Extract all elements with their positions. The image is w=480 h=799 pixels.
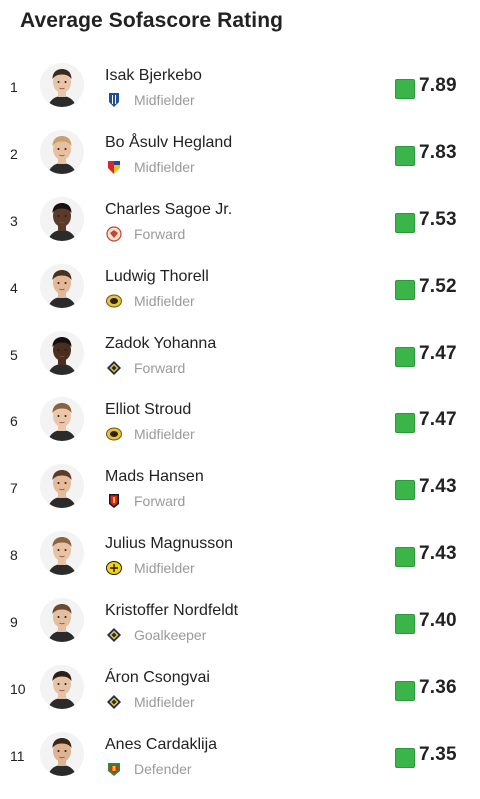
rank-number: 4 [10,279,18,296]
kalmar-crest-icon [106,226,122,242]
player-position: Midfielder [134,560,195,577]
rating-color-indicator [395,413,415,434]
player-row[interactable]: 5 Zadok Yohanna Forward 7.47 [0,323,480,390]
rating-color-indicator [395,79,415,99]
player-row[interactable]: 10 Áron Csongvai Midfielder 7.36 [0,657,480,724]
rank-number: 2 [10,145,18,162]
brommapojkarna-crest-icon [106,761,122,777]
player-avatar [40,731,84,776]
player-name[interactable]: Ludwig Thorell [105,268,209,286]
player-row[interactable]: 3 Charles Sagoe Jr. Forward 7.53 [0,189,480,256]
djurgarden-crest-icon [106,159,122,175]
player-name[interactable]: Anes Cardaklija [105,736,217,754]
player-row[interactable]: 6 Elliot Stroud Midfielder 7.47 [0,389,480,456]
rating-value: 7.40 [419,610,457,632]
rating-color-indicator [395,279,415,300]
rating-color-indicator [395,614,415,635]
rank-number: 7 [10,480,18,497]
aik-crest-icon [106,360,122,376]
rating-value: 7.53 [419,208,457,230]
player-avatar [40,129,84,174]
aik-crest-icon [106,627,122,643]
rating-color-indicator [395,681,415,702]
player-row[interactable]: 1 Isak Bjerkebo Midfielder 7.89 [0,55,480,122]
player-position: Forward [134,225,186,242]
hacken-crest-icon [106,293,122,309]
player-row[interactable]: 2 Bo Åsulv Hegland Midfielder 7.83 [0,122,480,189]
player-row[interactable]: 4 Ludwig Thorell Midfielder 7.52 [0,256,480,323]
player-name[interactable]: Kristoffer Nordfeldt [105,602,238,620]
player-rating-list: 1 Isak Bjerkebo Midfielder 7.89 2 Bo Åsulv He… [0,55,480,791]
rank-number: 9 [10,614,18,631]
player-row[interactable]: 9 Kristoffer Nordfeldt Goalkeeper 7.40 [0,590,480,657]
player-avatar [40,531,84,576]
rank-number: 5 [10,346,18,363]
page-title: Average Sofascore Rating [20,9,284,32]
rating-value: 7.52 [419,275,457,297]
player-name[interactable]: Mads Hansen [105,468,204,486]
player-avatar [40,330,84,375]
rating-value: 7.89 [419,75,457,96]
hacken-crest-icon [106,426,122,442]
rank-number: 11 [10,747,25,764]
player-position: Midfielder [134,292,195,309]
player-name[interactable]: Bo Åsulv Hegland [105,134,232,152]
rating-color-indicator [395,145,415,166]
player-position: Forward [134,359,186,376]
elfsborg-crest-icon [106,560,122,576]
rank-number: 10 [10,681,26,698]
ifk-goteborg-crest-icon [106,92,122,108]
mjallby-crest-icon [106,493,122,509]
rating-color-indicator [395,346,415,367]
player-name[interactable]: Isak Bjerkebo [105,67,202,85]
player-avatar [40,63,84,107]
player-avatar [40,598,84,643]
player-row[interactable]: 8 Julius Magnusson Midfielder 7.43 [0,523,480,590]
rating-color-indicator [395,547,415,568]
player-avatar [40,263,84,308]
rating-value: 7.36 [419,677,457,699]
rating-color-indicator [395,212,415,233]
player-name[interactable]: Zadok Yohanna [105,335,216,353]
player-avatar [40,397,84,442]
player-row[interactable]: 11 Anes Cardaklija Defender 7.35 [0,724,480,791]
player-name[interactable]: Julius Magnusson [105,535,233,553]
player-position: Midfielder [134,426,195,443]
player-position: Midfielder [134,92,195,108]
player-position: Midfielder [134,694,195,711]
player-name[interactable]: Charles Sagoe Jr. [105,201,232,219]
player-name[interactable]: Áron Csongvai [105,669,210,687]
rating-color-indicator [395,480,415,501]
player-position: Forward [134,493,186,510]
player-position: Defender [134,760,192,777]
rating-value: 7.47 [419,342,457,364]
rank-number: 8 [10,547,18,564]
aik-crest-icon [106,694,122,710]
rank-number: 1 [10,79,18,95]
rank-number: 6 [10,413,18,430]
rating-color-indicator [395,747,415,768]
player-position: Midfielder [134,158,195,175]
player-position: Goalkeeper [134,627,207,644]
player-avatar [40,665,84,710]
rating-value: 7.43 [419,476,457,498]
player-row[interactable]: 7 Mads Hansen Forward 7.43 [0,456,480,523]
rating-value: 7.47 [419,409,457,431]
rating-value: 7.43 [419,543,457,565]
rank-number: 3 [10,212,18,229]
rating-value: 7.35 [419,743,457,765]
player-avatar [40,196,84,241]
player-name[interactable]: Elliot Stroud [105,401,191,419]
rating-value: 7.83 [419,141,457,163]
player-avatar [40,464,84,509]
